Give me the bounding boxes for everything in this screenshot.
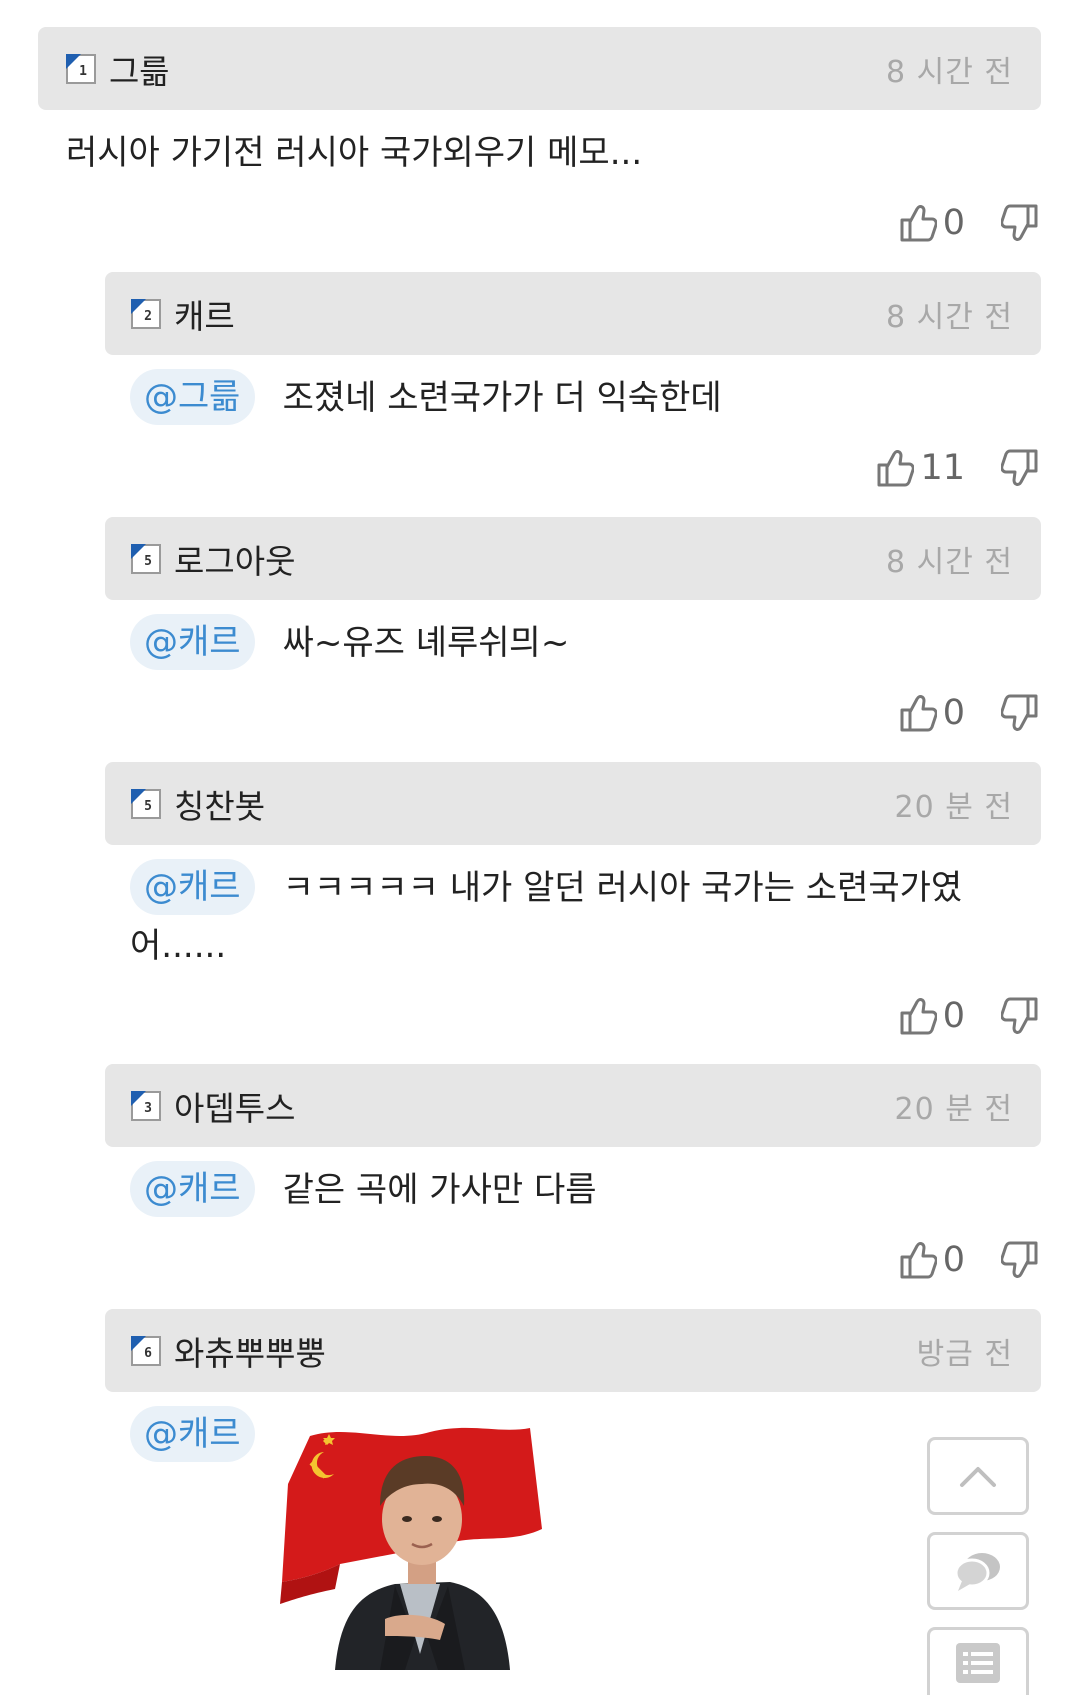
comment-header: 1 그륾 8 시간 전 (38, 27, 1041, 110)
timestamp: 8 시간 전 (886, 54, 1013, 90)
dislike-button[interactable] (1001, 203, 1039, 243)
comment-header: 3 아뎁투스 20 분 전 (105, 1064, 1041, 1147)
nickname[interactable]: 아뎁투스 (174, 1082, 295, 1130)
chevron-up-icon (960, 1467, 996, 1487)
comment-body: ㅋㅋㅋㅋㅋ 내가 알던 러시아 국가는 소련국가였 (282, 868, 963, 908)
like-count: 0 (942, 996, 965, 1036)
like-button[interactable]: 0 (899, 996, 1001, 1036)
like-button[interactable]: 0 (899, 203, 1001, 243)
like-count: 11 (920, 448, 965, 488)
vote-bar: 0 (899, 198, 1039, 248)
like-count: 0 (942, 693, 965, 733)
thumbs-up-icon (900, 1242, 937, 1279)
nickname[interactable]: 로그아웃 (174, 535, 295, 583)
timestamp: 8 시간 전 (886, 544, 1013, 580)
level-badge: 2 (131, 298, 161, 329)
like-count: 0 (942, 203, 965, 243)
comment-header: 6 와츄뿌뿌뿡 방금 전 (105, 1309, 1041, 1392)
comment-header: 5 로그아웃 8 시간 전 (105, 517, 1041, 600)
thumbs-down-icon (1001, 1241, 1038, 1278)
level-badge: 3 (131, 1090, 161, 1121)
mention-tag[interactable]: @캐르 (130, 614, 255, 670)
boy-with-soviet-flag-image (280, 1427, 542, 1670)
comment-text: @캐르 싸~유즈 녜루쉬믜~ (130, 614, 569, 672)
thumbs-down-icon (1001, 204, 1038, 241)
list-button[interactable] (927, 1627, 1029, 1695)
comment-text: @캐르 (130, 1406, 283, 1464)
comment-text: @캐르 ㅋㅋㅋㅋㅋ 내가 알던 러시아 국가는 소련국가였 어...... (130, 859, 1010, 975)
timestamp: 방금 전 (916, 1336, 1013, 1372)
timestamp: 20 분 전 (894, 1091, 1013, 1127)
mention-tag[interactable]: @캐르 (130, 1406, 255, 1462)
like-button[interactable]: 0 (899, 1240, 1001, 1280)
thumbs-down-icon (1001, 694, 1038, 731)
comment-button[interactable] (927, 1532, 1029, 1610)
vote-bar: 0 (899, 688, 1039, 738)
like-button[interactable]: 11 (876, 448, 1001, 488)
comment-body: 같은 곡에 가사만 다름 (282, 1170, 597, 1210)
thumbs-up-icon (900, 695, 937, 732)
comment-icon (954, 1553, 1000, 1591)
comment-text: 러시아 가기전 러시아 국가외우기 메모... (66, 133, 643, 173)
mention-tag[interactable]: @캐르 (130, 1161, 255, 1217)
nickname[interactable]: 칭찬봇 (174, 780, 265, 828)
nickname[interactable]: 캐르 (174, 290, 235, 338)
vote-bar: 0 (899, 1235, 1039, 1285)
level-badge: 5 (131, 788, 161, 819)
comment-body: 조졌네 소련국가가 더 익숙한데 (282, 378, 722, 418)
level-badge: 1 (66, 53, 96, 84)
vote-bar: 11 (876, 443, 1039, 493)
mention-tag[interactable]: @캐르 (130, 859, 255, 915)
dislike-button[interactable] (1001, 693, 1039, 733)
list-icon (956, 1642, 1000, 1683)
comment-header: 5 칭찬봇 20 분 전 (105, 762, 1041, 845)
thumbs-up-icon (900, 205, 937, 242)
thumbs-up-icon (877, 450, 915, 487)
mention-tag[interactable]: @그륾 (130, 369, 255, 425)
comment-body-continued: 어...... (130, 926, 227, 966)
timestamp: 20 분 전 (894, 789, 1013, 825)
level-badge: 6 (131, 1335, 161, 1366)
dislike-button[interactable] (1001, 448, 1039, 488)
comment-header: 2 캐르 8 시간 전 (105, 272, 1041, 355)
nickname[interactable]: 그륾 (109, 45, 170, 93)
scroll-top-button[interactable] (927, 1437, 1029, 1515)
timestamp: 8 시간 전 (886, 299, 1013, 335)
level-badge: 5 (131, 543, 161, 574)
like-count: 0 (942, 1240, 965, 1280)
thumbs-up-icon (900, 998, 937, 1035)
thumbs-down-icon (1001, 997, 1038, 1034)
comment-image[interactable] (280, 1414, 546, 1670)
vote-bar: 0 (899, 991, 1039, 1041)
comment-body: 싸~유즈 녜루쉬믜~ (282, 623, 570, 663)
comment-text: @캐르 같은 곡에 가사만 다름 (130, 1161, 597, 1219)
comment-text: @그륾 조졌네 소련국가가 더 익숙한데 (130, 369, 722, 427)
dislike-button[interactable] (1001, 996, 1039, 1036)
thumbs-down-icon (1001, 449, 1038, 486)
like-button[interactable]: 0 (899, 693, 1001, 733)
nickname[interactable]: 와츄뿌뿌뿡 (174, 1327, 326, 1375)
dislike-button[interactable] (1001, 1240, 1039, 1280)
